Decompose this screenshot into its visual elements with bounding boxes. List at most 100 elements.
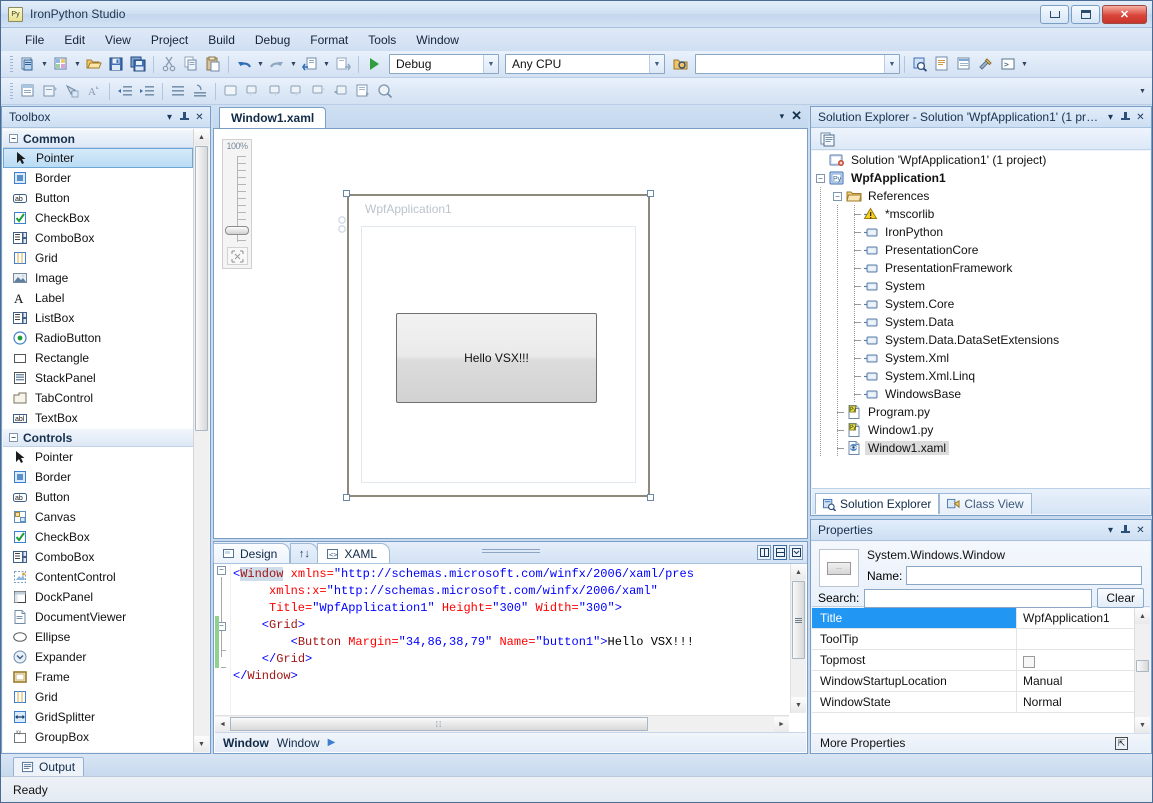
active-files-button[interactable]: ▾ <box>780 111 785 122</box>
open-file-button[interactable] <box>83 54 105 75</box>
swap-panes-button[interactable]: ↑↓ <box>290 543 318 563</box>
property-row-title[interactable]: TitleWpfApplication1 <box>812 608 1150 629</box>
zoom-widget[interactable]: 100% <box>222 139 252 269</box>
toolbox-item-contentcontrol[interactable]: ContentControl <box>3 567 193 587</box>
solution-tree[interactable]: Solution 'WpfApplication1' (1 project) − P… <box>812 151 1150 488</box>
code-horizontal-scrollbar[interactable]: ◄ ⁞⁞ ► <box>215 715 789 732</box>
properties-window-button[interactable] <box>39 81 61 102</box>
add-new-item-button[interactable] <box>50 54 72 75</box>
menu-file[interactable]: File <box>15 30 54 50</box>
tab-window1-xaml[interactable]: Window1.xaml <box>219 107 326 128</box>
tree-item-system.data[interactable]: System.Data <box>812 313 1150 331</box>
toolbox-scrollbar[interactable]: ▲ ▼ <box>193 129 209 752</box>
maximize-button[interactable] <box>1071 5 1100 24</box>
toolbox-item-groupbox[interactable]: xyGroupBox <box>3 727 193 747</box>
tree-item-program.py[interactable]: PyProgram.py <box>812 403 1150 421</box>
find-combo[interactable]: ▼ <box>695 54 900 74</box>
property-value-cell[interactable]: Normal <box>1017 692 1150 712</box>
more-properties-row[interactable]: More Properties ⇱ <box>812 733 1150 752</box>
paste-button[interactable] <box>202 54 224 75</box>
properties-pin-button[interactable] <box>1118 523 1133 538</box>
tree-item-solution-wpfapplication1-1-project-[interactable]: Solution 'WpfApplication1' (1 project) <box>812 151 1150 169</box>
code-vertical-scrollbar[interactable]: ▲ ▼ <box>790 564 806 713</box>
menu-debug[interactable]: Debug <box>245 30 300 50</box>
design-surface[interactable]: 100% WpfApplication1 Hello VSX!!! <box>213 128 808 539</box>
menu-build[interactable]: Build <box>198 30 245 50</box>
tree-toggle[interactable]: − <box>829 187 846 205</box>
previous-bookmark-folder-button[interactable] <box>286 81 308 102</box>
show-all-files-button[interactable] <box>817 128 839 149</box>
toolbox-item-listbox[interactable]: ListBox <box>3 308 193 328</box>
breadcrumb-scope[interactable]: Window <box>223 736 269 750</box>
properties-page-button[interactable] <box>953 54 975 75</box>
toolbox-item-expander[interactable]: Expander <box>3 647 193 667</box>
previous-bookmark-button[interactable] <box>242 81 264 102</box>
find-in-files-button[interactable] <box>909 54 931 75</box>
tab-class-view[interactable]: Class View <box>939 493 1031 514</box>
tree-item-ironpython[interactable]: IronPython <box>812 223 1150 241</box>
close-button[interactable]: ✕ <box>1102 5 1147 24</box>
toolbox-menu-button[interactable]: ▾ <box>162 110 177 125</box>
toolbox-item-label[interactable]: ALabel <box>3 288 193 308</box>
tree-item-window1.xaml[interactable]: Window1.xaml <box>812 439 1150 457</box>
menu-window[interactable]: Window <box>406 30 469 50</box>
toolbox-item-image[interactable]: Image <box>3 268 193 288</box>
properties-scroll-thumb[interactable] <box>1136 660 1149 672</box>
collapse-icon[interactable]: − <box>833 192 842 201</box>
resize-handle-sw[interactable] <box>343 494 350 501</box>
property-value-cell[interactable] <box>1017 650 1150 670</box>
toolbar-overflow-button[interactable]: ▼ <box>1137 81 1148 102</box>
navigate-backward-button[interactable] <box>299 54 321 75</box>
resize-handle-se[interactable] <box>647 494 654 501</box>
property-row-windowstate[interactable]: WindowStateNormal <box>812 692 1150 713</box>
toolbox-button[interactable]: A <box>83 81 105 102</box>
close-document-button[interactable]: ✕ <box>791 108 802 124</box>
toggle-bookmark-button[interactable] <box>220 81 242 102</box>
toolbox-item-canvas[interactable]: Canvas <box>3 507 193 527</box>
toolbox-item-textbox[interactable]: ablTextBox <box>3 408 193 428</box>
menu-project[interactable]: Project <box>141 30 198 50</box>
solution-explorer-close-button[interactable]: ✕ <box>1133 110 1148 125</box>
property-name[interactable]: Title <box>812 608 1017 628</box>
cut-button[interactable] <box>158 54 180 75</box>
expander-icon[interactable]: − <box>9 433 18 442</box>
copy-button[interactable] <box>180 54 202 75</box>
toolbox-item-radiobutton[interactable]: RadioButton <box>3 328 193 348</box>
tab-design-view[interactable]: Design <box>213 543 290 563</box>
collapse-icon[interactable]: − <box>816 174 825 183</box>
undo-dropdown[interactable]: ▼ <box>255 54 266 75</box>
tree-item-system.xml.linq[interactable]: System.Xml.Linq <box>812 367 1150 385</box>
toolbox-item-stackpanel[interactable]: StackPanel <box>3 368 193 388</box>
toolbox-item-checkbox[interactable]: CheckBox <box>3 208 193 228</box>
zoom-thumb[interactable] <box>225 226 249 235</box>
clear-button[interactable]: Clear <box>1097 588 1144 608</box>
scroll-up-icon[interactable]: ▲ <box>1135 608 1150 624</box>
toolbox-item-border[interactable]: Border <box>3 467 193 487</box>
tab-xaml-view[interactable]: <> XAML <box>317 543 390 563</box>
code-scroll-thumb[interactable] <box>792 581 805 659</box>
properties-scrollbar[interactable]: ▲ ▼ <box>1134 608 1150 733</box>
property-name[interactable]: ToolTip <box>812 629 1017 649</box>
decrease-indent-button[interactable] <box>114 81 136 102</box>
new-project-dropdown[interactable]: ▼ <box>39 54 50 75</box>
new-project-button[interactable] <box>17 54 39 75</box>
property-value-cell[interactable]: WpfApplication1 <box>1017 608 1150 628</box>
xaml-source-text[interactable]: <Window xmlns="http://schemas.microsoft.… <box>233 566 789 685</box>
redo-dropdown[interactable]: ▼ <box>288 54 299 75</box>
minimize-button[interactable] <box>1040 5 1069 24</box>
properties-grid[interactable]: TitleWpfApplication1ToolTipTopmost Window… <box>812 608 1150 733</box>
properties-close-button[interactable]: ✕ <box>1133 523 1148 538</box>
toolbox-item-rectangle[interactable]: Rectangle <box>3 348 193 368</box>
tree-item-windowsbase[interactable]: WindowsBase <box>812 385 1150 403</box>
tree-item-system.data.datasetextensions[interactable]: System.Data.DataSetExtensions <box>812 331 1150 349</box>
scroll-left-icon[interactable]: ◄ <box>215 717 230 732</box>
toolbox-pin-button[interactable] <box>177 110 192 125</box>
properties-search-input[interactable] <box>864 589 1092 608</box>
menu-edit[interactable]: Edit <box>54 30 95 50</box>
property-name[interactable]: Topmost <box>812 650 1017 670</box>
tab-output[interactable]: Output <box>13 757 84 776</box>
clear-bookmarks-button[interactable] <box>330 81 352 102</box>
scroll-up-icon[interactable]: ▲ <box>791 564 806 580</box>
resize-handle-ne[interactable] <box>647 190 654 197</box>
navigate-forward-button[interactable] <box>332 54 354 75</box>
